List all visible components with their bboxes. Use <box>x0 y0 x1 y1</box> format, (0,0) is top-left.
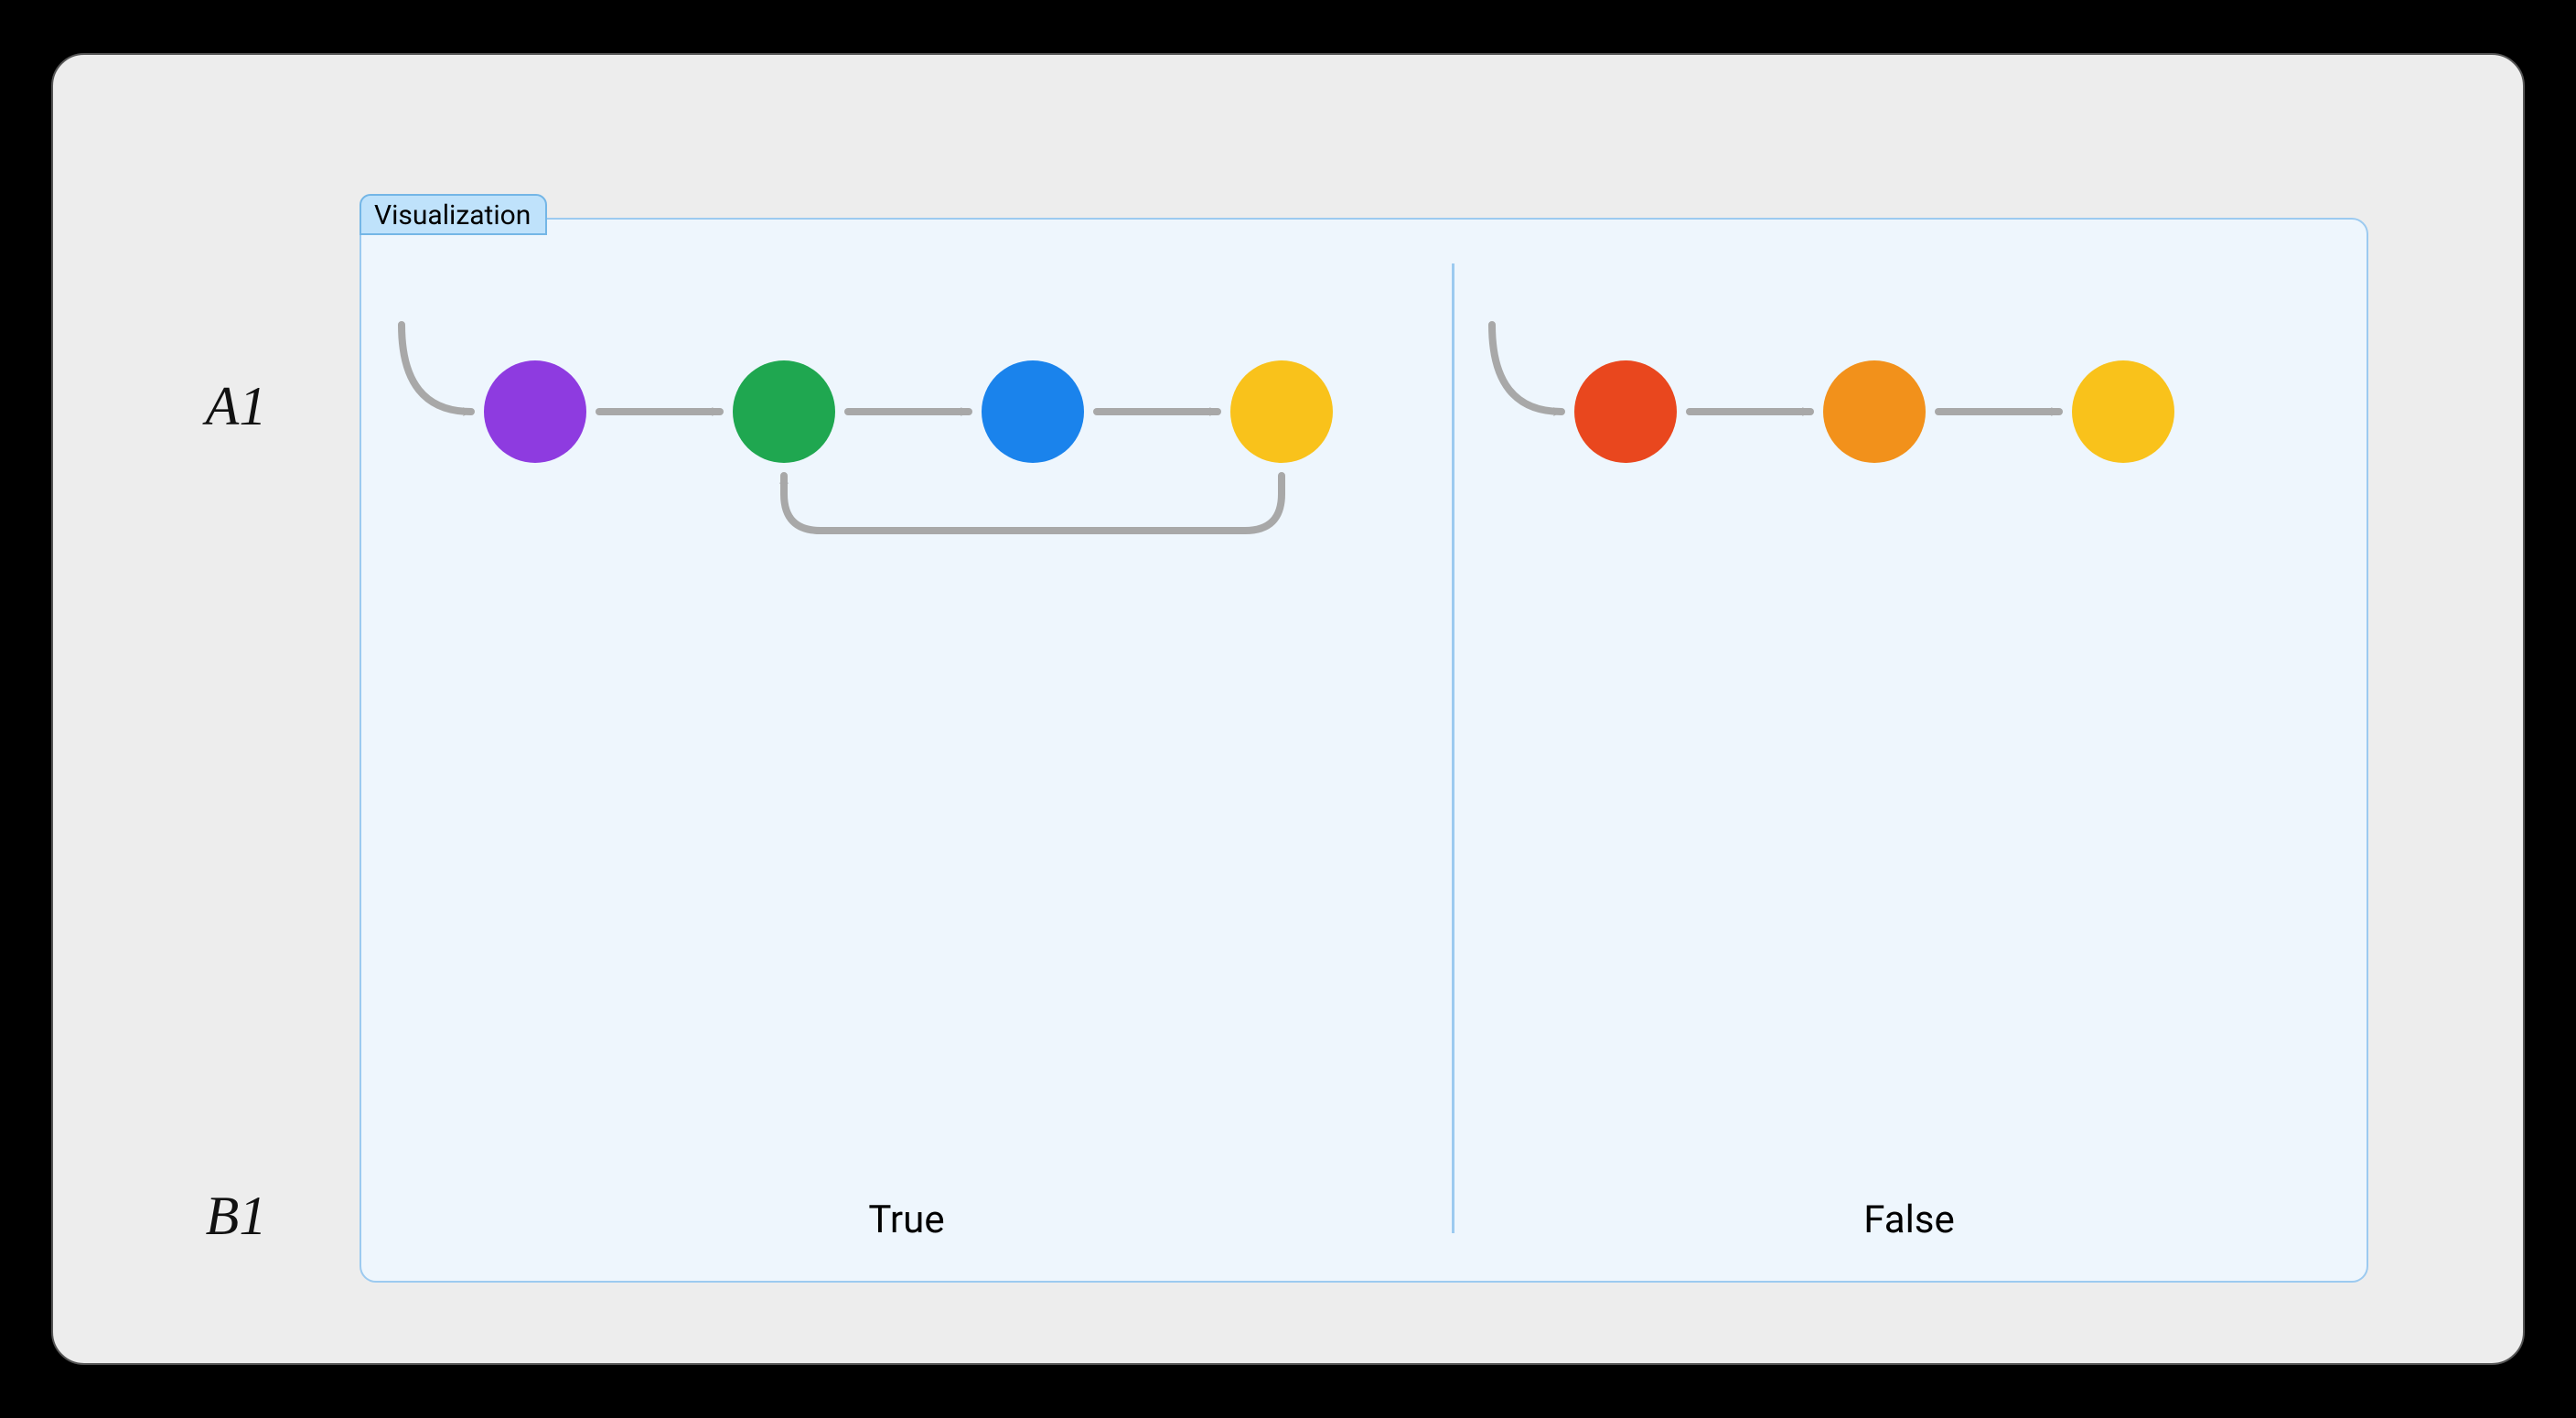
node-n-yellow <box>1230 360 1333 463</box>
entry-arrow <box>402 325 471 412</box>
node-n-blue <box>982 360 1084 463</box>
visualization-panel: Visualization True False <box>360 218 2368 1283</box>
right-panel-label: False <box>1452 1198 2367 1242</box>
diagram-svg <box>361 220 2367 1281</box>
left-panel-label: True <box>361 1198 1452 1242</box>
node-n-purple <box>484 360 586 463</box>
slide-card: A1 B1 Visualization True False <box>51 53 2525 1365</box>
entry-arrow <box>1492 325 1562 412</box>
node-n-orange <box>1823 360 1926 463</box>
row-label-b1: B1 <box>172 1185 300 1248</box>
node-n-red <box>1574 360 1677 463</box>
node-n-green <box>733 360 835 463</box>
loop-back-arrow <box>784 476 1282 531</box>
node-n-yellow2 <box>2072 360 2174 463</box>
row-label-a1: A1 <box>172 375 300 438</box>
